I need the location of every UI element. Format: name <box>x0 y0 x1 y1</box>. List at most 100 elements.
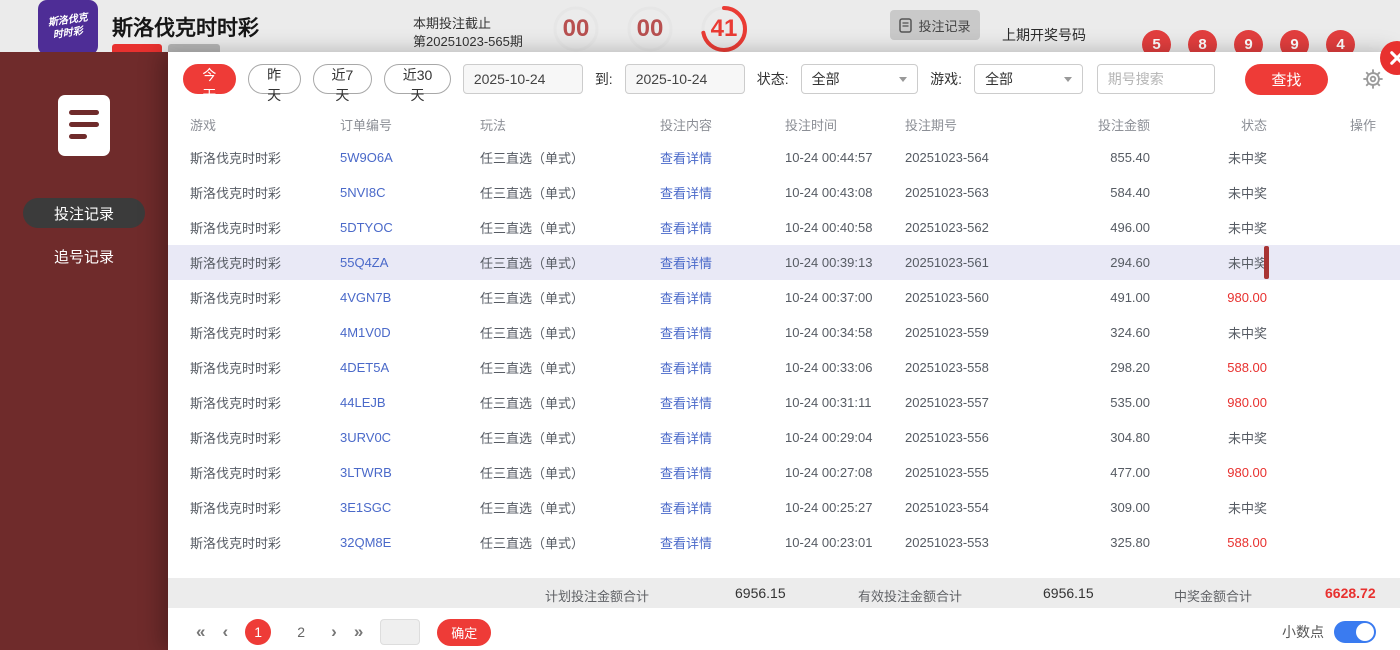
bet-records-modal: 今天 昨天 近7天 近30天 到: 状态: 全部 游戏: 全部 查找 <box>168 52 1400 650</box>
order-id-link[interactable]: 5NVI8C <box>340 185 480 200</box>
table-body: 斯洛伐克时时彩 5W9O6A 任三直选（单式） 查看详情 10-24 00:44… <box>168 140 1400 560</box>
order-id-link[interactable]: 4VGN7B <box>340 290 480 305</box>
cell-amount: 304.80 <box>1040 430 1150 445</box>
cell-period: 20251023-563 <box>905 185 1040 200</box>
deadline-block: 本期投注截止 第20251023-565期 <box>413 15 523 51</box>
cell-game: 斯洛伐克时时彩 <box>190 393 340 412</box>
topbar: 斯洛伐克 时时彩 斯洛伐克时时彩 本期投注截止 第20251023-565期 0… <box>0 0 1400 52</box>
cell-amount: 496.00 <box>1040 220 1150 235</box>
table-row[interactable]: 斯洛伐克时时彩 5W9O6A 任三直选（单式） 查看详情 10-24 00:44… <box>168 140 1400 175</box>
table-row[interactable]: 斯洛伐克时时彩 32QM8E 任三直选（单式） 查看详情 10-24 00:23… <box>168 525 1400 560</box>
status-select[interactable]: 全部 <box>801 64 919 94</box>
sidebar-item-bet-records[interactable]: 投注记录 <box>23 198 145 228</box>
cell-bet-time: 10-24 00:34:58 <box>785 325 905 340</box>
table-row[interactable]: 斯洛伐克时时彩 3E1SGC 任三直选（单式） 查看详情 10-24 00:25… <box>168 490 1400 525</box>
cell-bet-time: 10-24 00:33:06 <box>785 360 905 375</box>
last-draw-label: 上期开奖号码 <box>1002 25 1086 45</box>
confirm-button[interactable]: 确定 <box>437 619 491 646</box>
order-id-link[interactable]: 55Q4ZA <box>340 255 480 270</box>
cell-game: 斯洛伐克时时彩 <box>190 533 340 552</box>
cell-period: 20251023-556 <box>905 430 1040 445</box>
view-details-link[interactable]: 查看详情 <box>660 288 785 307</box>
page-2-button[interactable]: 2 <box>288 619 314 645</box>
period-search-input[interactable] <box>1097 64 1215 94</box>
cell-bet-time: 10-24 00:31:11 <box>785 395 905 410</box>
sidebar-item-chase-records[interactable]: 追号记录 <box>0 246 168 267</box>
order-id-link[interactable]: 3LTWRB <box>340 465 480 480</box>
order-id-link[interactable]: 3E1SGC <box>340 500 480 515</box>
header-play: 玩法 <box>480 115 660 134</box>
table-row[interactable]: 斯洛伐克时时彩 3URV0C 任三直选（单式） 查看详情 10-24 00:29… <box>168 420 1400 455</box>
view-details-link[interactable]: 查看详情 <box>660 323 785 342</box>
filter-last30days-button[interactable]: 近30天 <box>384 64 451 94</box>
view-details-link[interactable]: 查看详情 <box>660 358 785 377</box>
view-details-link[interactable]: 查看详情 <box>660 218 785 237</box>
page-1-button[interactable]: 1 <box>245 619 271 645</box>
plan-total-label: 计划投注金额合计 <box>545 586 649 605</box>
table-row[interactable]: 斯洛伐克时时彩 4M1V0D 任三直选（单式） 查看详情 10-24 00:34… <box>168 315 1400 350</box>
table-scrollbar-thumb[interactable] <box>1264 246 1269 279</box>
toggle-knob-icon <box>1356 623 1374 641</box>
table-row[interactable]: 斯洛伐克时时彩 3LTWRB 任三直选（单式） 查看详情 10-24 00:27… <box>168 455 1400 490</box>
table-row[interactable]: 斯洛伐克时时彩 5NVI8C 任三直选（单式） 查看详情 10-24 00:43… <box>168 175 1400 210</box>
page-jump-input[interactable] <box>380 619 420 645</box>
cell-bet-time: 10-24 00:25:27 <box>785 500 905 515</box>
view-details-link[interactable]: 查看详情 <box>660 498 785 517</box>
chevron-down-icon <box>899 77 907 82</box>
view-details-link[interactable]: 查看详情 <box>660 533 785 552</box>
table-row[interactable]: 斯洛伐克时时彩 55Q4ZA 任三直选（单式） 查看详情 10-24 00:39… <box>168 245 1400 280</box>
cell-period: 20251023-564 <box>905 150 1040 165</box>
countdown-minutes-2: 00 <box>626 5 674 53</box>
table-row[interactable]: 斯洛伐克时时彩 4DET5A 任三直选（单式） 查看详情 10-24 00:33… <box>168 350 1400 385</box>
order-id-link[interactable]: 32QM8E <box>340 535 480 550</box>
view-details-link[interactable]: 查看详情 <box>660 428 785 447</box>
cell-game: 斯洛伐克时时彩 <box>190 323 340 342</box>
order-id-link[interactable]: 5W9O6A <box>340 150 480 165</box>
countdown-minutes-1: 00 <box>552 5 600 53</box>
settings-gear-icon[interactable] <box>1362 68 1384 90</box>
order-id-link[interactable]: 4DET5A <box>340 360 480 375</box>
search-button[interactable]: 查找 <box>1245 64 1328 95</box>
table-row[interactable]: 斯洛伐克时时彩 4VGN7B 任三直选（单式） 查看详情 10-24 00:37… <box>168 280 1400 315</box>
date-to-input[interactable] <box>625 64 745 94</box>
order-id-link[interactable]: 44LEJB <box>340 395 480 410</box>
game-select[interactable]: 全部 <box>974 64 1083 94</box>
decimal-control: 小数点 <box>1282 621 1376 643</box>
filter-yesterday-button[interactable]: 昨天 <box>248 64 301 94</box>
cell-amount: 325.80 <box>1040 535 1150 550</box>
order-id-link[interactable]: 5DTYOC <box>340 220 480 235</box>
cell-game: 斯洛伐克时时彩 <box>190 148 340 167</box>
view-details-link[interactable]: 查看详情 <box>660 148 785 167</box>
table-header: 游戏 订单编号 玩法 投注内容 投注时间 投注期号 投注金额 状态 操作 <box>168 108 1400 140</box>
view-details-link[interactable]: 查看详情 <box>660 253 785 272</box>
document-icon <box>899 18 912 33</box>
table-row[interactable]: 斯洛伐克时时彩 44LEJB 任三直选（单式） 查看详情 10-24 00:31… <box>168 385 1400 420</box>
prev-page-button[interactable]: ‹ <box>222 622 228 642</box>
filter-today-button[interactable]: 今天 <box>183 64 236 94</box>
view-details-link[interactable]: 查看详情 <box>660 463 785 482</box>
cell-bet-time: 10-24 00:40:58 <box>785 220 905 235</box>
cell-game: 斯洛伐克时时彩 <box>190 288 340 307</box>
last-page-button[interactable]: » <box>354 622 363 642</box>
cell-amount: 535.00 <box>1040 395 1150 410</box>
view-details-link[interactable]: 查看详情 <box>660 393 785 412</box>
date-from-input[interactable] <box>463 64 583 94</box>
records-document-icon <box>55 94 113 158</box>
pagination: « ‹ 1 2 › » 确定 小数点 <box>196 614 1384 650</box>
first-page-button[interactable]: « <box>196 622 205 642</box>
filter-last7days-button[interactable]: 近7天 <box>313 64 373 94</box>
cell-period: 20251023-558 <box>905 360 1040 375</box>
order-id-link[interactable]: 3URV0C <box>340 430 480 445</box>
cell-status: 588.00 <box>1150 360 1267 375</box>
view-details-link[interactable]: 查看详情 <box>660 183 785 202</box>
status-label: 状态: <box>757 69 789 89</box>
table-row[interactable]: 斯洛伐克时时彩 5DTYOC 任三直选（单式） 查看详情 10-24 00:40… <box>168 210 1400 245</box>
header-period: 投注期号 <box>905 115 1040 134</box>
cell-status: 未中奖 <box>1150 498 1267 517</box>
next-page-button[interactable]: › <box>331 622 337 642</box>
decimal-toggle[interactable] <box>1334 621 1376 643</box>
cell-amount: 298.20 <box>1040 360 1150 375</box>
order-id-link[interactable]: 4M1V0D <box>340 325 480 340</box>
bet-records-button[interactable]: 投注记录 <box>890 10 980 40</box>
cell-bet-time: 10-24 00:29:04 <box>785 430 905 445</box>
